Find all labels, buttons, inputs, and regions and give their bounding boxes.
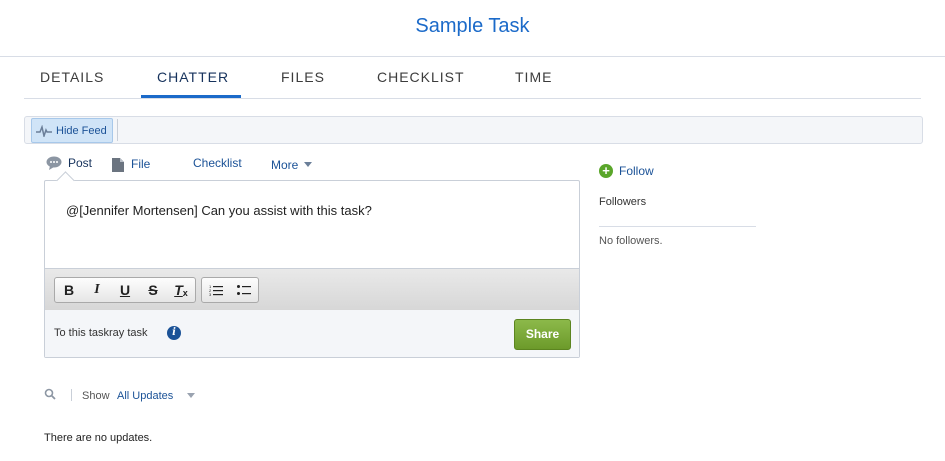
- speech-bubble-icon: [46, 156, 62, 170]
- publisher-tabs: Post File Checklist More: [44, 152, 344, 180]
- underline-button[interactable]: U: [111, 278, 139, 302]
- follow-label: Follow: [619, 164, 654, 178]
- tab-chatter[interactable]: CHATTER: [157, 69, 229, 85]
- page-header: Sample Task: [0, 0, 945, 57]
- tab-bar: DETAILS CHATTER FILES CHECKLIST TIME: [24, 57, 921, 99]
- rich-text-toolbar: B I U S Tx 1 2 3: [45, 268, 579, 311]
- plus-icon: +: [599, 164, 613, 178]
- format-button-group: B I U S Tx: [54, 277, 196, 303]
- empty-feed-message: There are no updates.: [44, 432, 153, 444]
- tab-files[interactable]: FILES: [281, 69, 325, 85]
- hide-feed-label: Hide Feed: [56, 124, 107, 137]
- clear-format-button[interactable]: Tx: [167, 278, 195, 302]
- numbered-list-icon: 1 2 3: [209, 284, 223, 296]
- feed-pulse-icon: [36, 124, 52, 137]
- toolbar-divider: [117, 119, 118, 141]
- bulleted-list-button[interactable]: [230, 278, 258, 302]
- active-tab-indicator: [141, 95, 241, 98]
- info-icon[interactable]: i: [167, 326, 181, 340]
- publisher-tab-checklist[interactable]: Checklist: [193, 156, 242, 170]
- publisher-tab-file-label: File: [131, 157, 151, 171]
- no-followers-text: No followers.: [599, 235, 663, 247]
- publisher-tab-more-label: More: [271, 158, 299, 172]
- tab-time[interactable]: TIME: [515, 69, 552, 85]
- show-label: Show: [82, 390, 110, 402]
- show-filter-dropdown[interactable]: All Updates: [117, 390, 173, 402]
- page-title: Sample Task: [415, 15, 530, 37]
- bold-button[interactable]: B: [55, 278, 83, 302]
- file-icon: [112, 158, 124, 172]
- feed-filter: Show All Updates: [44, 386, 244, 406]
- post-text-area[interactable]: @[Jennifer Mortensen] Can you assist wit…: [66, 203, 372, 218]
- audience-label: To this taskray task: [54, 327, 148, 339]
- publisher-footer: To this taskray task i Share: [45, 310, 579, 357]
- list-button-group: 1 2 3: [201, 277, 259, 303]
- italic-button[interactable]: I: [83, 278, 111, 302]
- share-button[interactable]: Share: [514, 319, 571, 350]
- feed-toolbar: Hide Feed: [24, 116, 923, 144]
- publisher-tab-file[interactable]: File: [112, 156, 150, 172]
- followers-heading: Followers: [599, 196, 647, 208]
- clear-format-glyph: T: [174, 282, 183, 298]
- tab-details[interactable]: DETAILS: [40, 69, 104, 85]
- strikethrough-button[interactable]: S: [139, 278, 167, 302]
- clear-format-icon: x: [182, 288, 188, 298]
- bulleted-list-icon: [237, 285, 251, 295]
- publisher-tab-more[interactable]: More: [271, 158, 313, 172]
- search-icon[interactable]: [44, 388, 56, 400]
- numbered-list-button[interactable]: 1 2 3: [202, 278, 230, 302]
- chevron-down-icon: [304, 162, 313, 167]
- filter-divider: [71, 389, 72, 401]
- publisher-tab-post[interactable]: Post: [46, 156, 92, 170]
- hide-feed-button[interactable]: Hide Feed: [31, 118, 113, 143]
- tab-checklist[interactable]: CHECKLIST: [377, 69, 465, 85]
- follow-button[interactable]: + Follow: [599, 164, 654, 178]
- svg-text:3: 3: [209, 292, 212, 296]
- chevron-down-icon[interactable]: [187, 393, 195, 398]
- chatter-publisher: @[Jennifer Mortensen] Can you assist wit…: [44, 171, 580, 358]
- followers-divider: [599, 226, 756, 227]
- publisher-tab-post-label: Post: [68, 156, 93, 170]
